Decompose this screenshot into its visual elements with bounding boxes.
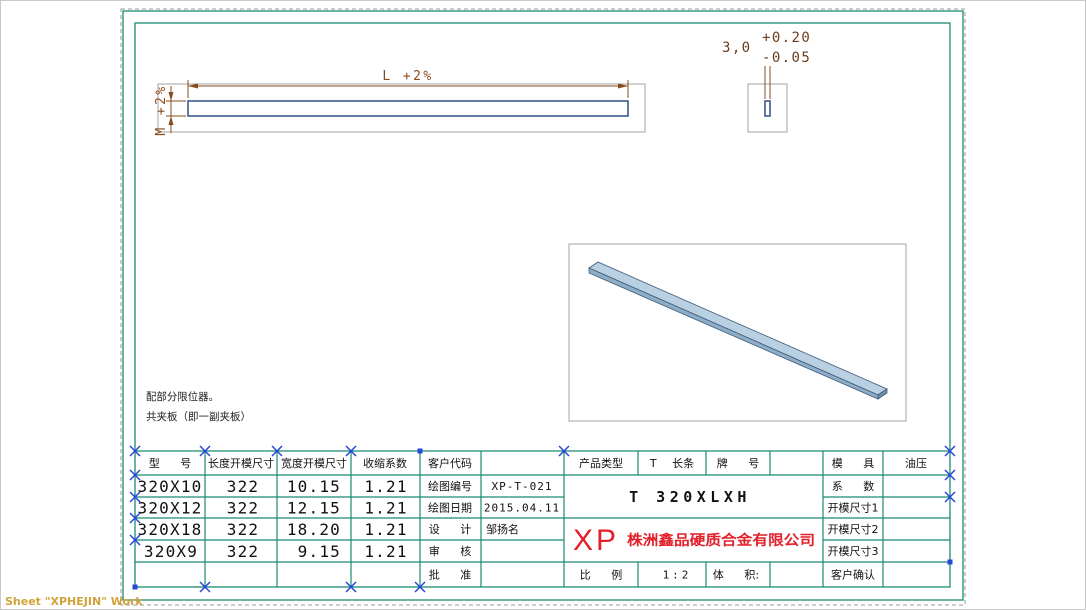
upper-tolerance-text: +0.20 xyxy=(762,30,811,46)
header-length: 长度开模尺寸 xyxy=(208,456,274,470)
value-drawing-number: XP-T-021 xyxy=(492,480,553,493)
sheet-tab-label: Sheet "XPHEJIN" Work xyxy=(5,595,143,608)
label-mold-size-3: 开模尺寸3 xyxy=(828,544,879,558)
cell-length: 322 xyxy=(227,499,260,518)
lower-tolerance-text: -0.05 xyxy=(762,50,811,66)
label-volume: 体 积: xyxy=(713,568,759,582)
label-product-type: 产品类型 xyxy=(579,456,623,470)
label-scale: 比 例 xyxy=(580,568,623,582)
cell-length: 322 xyxy=(227,520,260,539)
cell-model: 320X9 xyxy=(144,542,198,561)
vertex-point xyxy=(947,559,953,565)
value-product-type: T 长条 xyxy=(649,456,694,470)
slot-outline xyxy=(764,100,771,117)
label-customer-code: 客户代码 xyxy=(428,456,472,470)
vertex-point xyxy=(132,584,138,590)
note-line-1: 配部分限位器。 xyxy=(146,390,219,403)
label-grade: 牌 号 xyxy=(717,456,760,470)
label-mold-size-2: 开模尺寸2 xyxy=(828,522,879,536)
value-drawing-date: 2015.04.11 xyxy=(484,502,560,515)
cell-model: 320X18 xyxy=(138,520,203,539)
bar-outline xyxy=(187,100,629,117)
value-designer: 邹扬名 xyxy=(486,522,519,536)
label-drawing-date: 绘图日期 xyxy=(428,501,472,515)
company-name: 株洲鑫品硬质合金有限公司 xyxy=(627,532,815,549)
cell-width: 12.15 xyxy=(287,499,341,518)
cell-length: 322 xyxy=(227,477,260,496)
label-reviewer: 审 核 xyxy=(429,544,472,558)
cell-model: 320X12 xyxy=(138,499,203,518)
cell-width: 9.15 xyxy=(298,542,341,561)
cell-model: 320X10 xyxy=(138,477,203,496)
cell-shrink: 1.21 xyxy=(364,542,407,561)
cell-shrink: 1.21 xyxy=(364,520,407,539)
header-model: 型 号 xyxy=(149,456,192,470)
note-line-2: 共夹板（即一副夹板） xyxy=(146,410,251,423)
vertex-point xyxy=(417,448,423,454)
cell-shrink: 1.21 xyxy=(364,477,407,496)
length-dimension-text: L +2% xyxy=(382,69,433,84)
header-width: 宽度开模尺寸 xyxy=(281,456,347,470)
cell-width: 10.15 xyxy=(287,477,341,496)
width-dimension-text: M +2% xyxy=(154,84,169,135)
label-drawing-number: 绘图编号 xyxy=(428,479,472,493)
cell-length: 322 xyxy=(227,542,260,561)
label-approver: 批 准 xyxy=(429,568,472,582)
value-mold: 油压 xyxy=(905,456,927,470)
drawing-sheet: L +2% M +2% 3,0 +0.20 -0.05 配部分限位器。 共夹板（… xyxy=(0,0,1086,610)
label-mold: 模 具 xyxy=(832,457,875,470)
cell-shrink: 1.21 xyxy=(364,499,407,518)
part-name: T 320XLXH xyxy=(629,488,751,506)
label-coefficient: 系 数 xyxy=(832,480,875,493)
slot-dimension-text: 3,0 xyxy=(722,40,752,56)
company-logo: XP xyxy=(573,524,619,557)
cell-width: 18.20 xyxy=(287,520,341,539)
value-scale: 1:2 xyxy=(663,569,692,582)
label-mold-size-1: 开模尺寸1 xyxy=(828,501,879,515)
header-shrink: 收缩系数 xyxy=(363,456,407,470)
label-designer: 设 计 xyxy=(429,523,472,536)
label-customer-confirm: 客户确认 xyxy=(831,568,875,582)
